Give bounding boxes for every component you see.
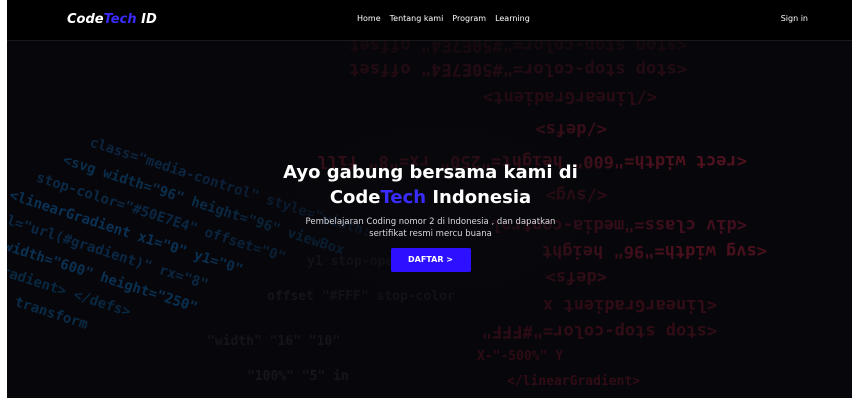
hero-subtext: Pembelajaran Coding nomor 2 di Indonesia… — [251, 216, 611, 240]
logo-id: ID — [136, 12, 157, 27]
nav-link-program[interactable]: Program — [452, 14, 486, 23]
hero-content: Ayo gabung bersama kami di CodeTech Indo… — [0, 160, 861, 272]
subtext-line1: Pembelajaran Coding nomor 2 di Indonesia… — [305, 217, 556, 227]
hero-headline: Ayo gabung bersama kami di CodeTech Indo… — [0, 160, 861, 210]
headline-line1: Ayo gabung bersama kami di — [283, 162, 578, 183]
logo[interactable]: CodeTech ID — [67, 12, 157, 27]
headline-tech: Tech — [380, 187, 427, 208]
nav-link-learning[interactable]: Learning — [495, 14, 530, 23]
nav-link-tentang-kami[interactable]: Tentang kami — [390, 14, 444, 23]
navbar: CodeTech ID Home Tentang kami Program Le… — [7, 0, 852, 41]
logo-tech: Tech — [103, 12, 137, 27]
logo-code: Code — [67, 12, 104, 27]
daftar-button[interactable]: DAFTAR > — [390, 248, 471, 272]
headline-rest: Indonesia — [426, 187, 532, 208]
headline-code: Code — [329, 187, 381, 208]
sign-in-link[interactable]: Sign in — [781, 14, 808, 23]
nav-link-home[interactable]: Home — [357, 14, 381, 23]
nav-links: Home Tentang kami Program Learning — [357, 14, 530, 23]
subtext-line2: sertifikat resmi mercu buana — [369, 229, 492, 239]
page: <stop stop-color="#50E7E4" offset <stop … — [0, 0, 861, 404]
